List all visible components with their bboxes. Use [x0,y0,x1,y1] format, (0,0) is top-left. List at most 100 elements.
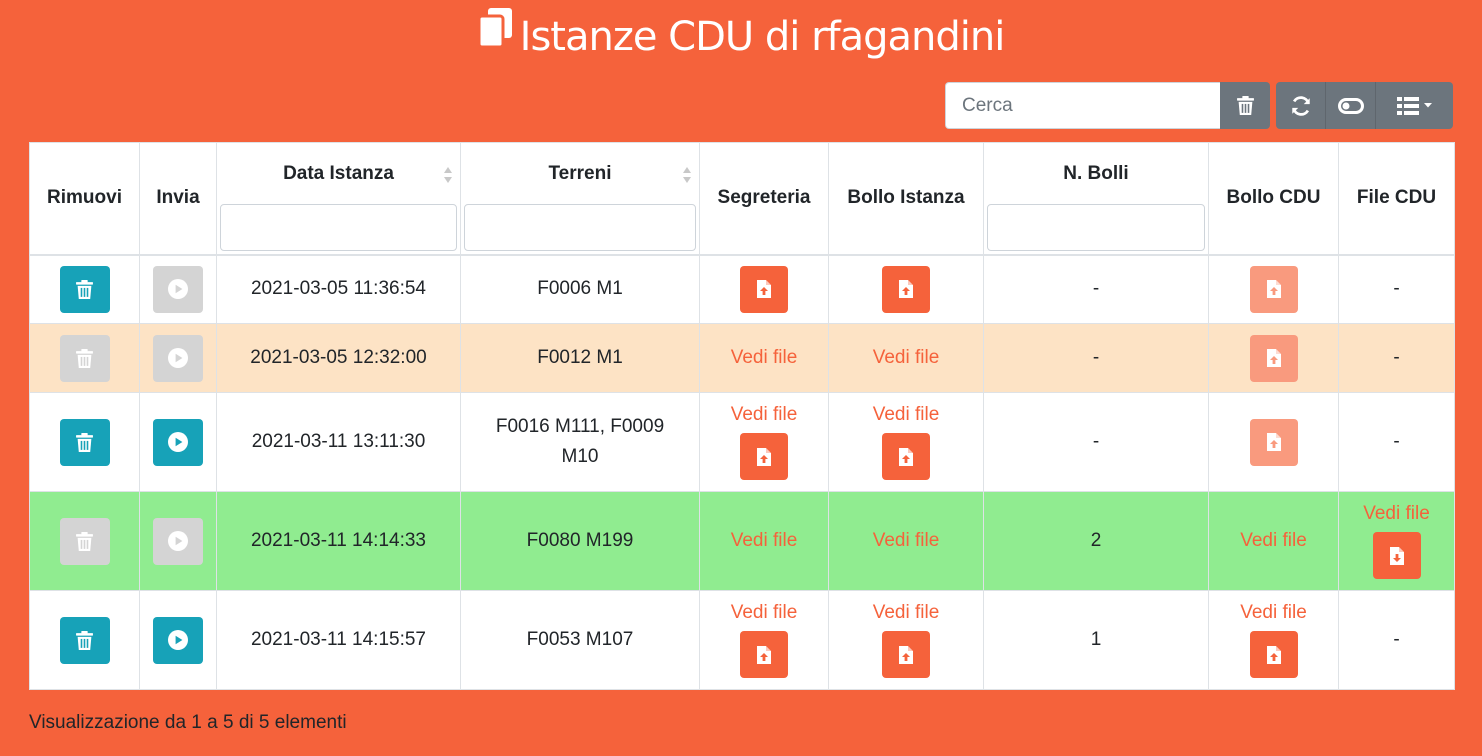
file-upload-icon [757,280,771,298]
cell-rimuovi [29,590,140,690]
copy-icon [477,8,514,62]
file-upload-icon [1267,349,1281,367]
cell-segreteria: Vedi file [699,491,829,591]
cell-file-cdu: - [1338,392,1455,492]
cell-terreni: F0016 M111, F0009 M10 [460,392,700,492]
upload-bollo-cdu-button [1249,334,1298,382]
remove-button[interactable] [59,418,110,466]
vedi-file-link[interactable]: Vedi file [700,404,828,426]
table-row: 2021-03-11 14:15:57 F0053 M107 Vedi file… [29,590,1455,690]
upload-bollo-istanza-button[interactable] [882,631,930,678]
sort-icon[interactable] [444,165,452,185]
col-invia: Invia [139,142,217,256]
cell-file-cdu: Vedi file [1338,491,1455,591]
refresh-icon [1291,95,1310,116]
columns-dropdown-button[interactable] [1376,82,1453,129]
send-button [153,517,203,565]
upload-bollo-cdu-button[interactable] [1249,631,1298,678]
vedi-file-link[interactable]: Vedi file [829,602,983,624]
vedi-file-link[interactable]: Vedi file [1209,602,1338,624]
send-button[interactable] [153,616,203,664]
upload-segreteria-button[interactable] [740,265,788,313]
upload-bollo-istanza-button[interactable] [882,433,930,480]
vedi-file-link[interactable]: Vedi file [700,347,828,369]
col-file-cdu: File CDU [1338,142,1455,256]
trash-icon [76,433,93,452]
table-row: 2021-03-05 11:36:54 F0006 M1 - - [29,254,1455,324]
cell-segreteria: Vedi file [699,590,829,690]
cell-data: 2021-03-11 13:11:30 [216,392,461,492]
file-upload-icon [899,280,913,298]
trash-icon [76,349,93,368]
col-bollo-istanza: Bollo Istanza [828,142,984,256]
vedi-file-link[interactable]: Vedi file [1339,503,1454,525]
remove-button[interactable] [59,616,110,664]
vedi-file-link[interactable]: Vedi file [700,530,828,552]
cell-invia [139,590,217,690]
table-actions [1276,82,1453,129]
trash-icon [76,631,93,650]
upload-segreteria-button[interactable] [740,433,788,480]
search-input[interactable] [945,82,1220,129]
sort-icon[interactable] [683,165,691,185]
remove-button[interactable] [59,265,110,313]
file-upload-icon [1267,280,1281,298]
table-row: 2021-03-05 12:32:00 F0012 M1 Vedi file V… [29,323,1455,393]
vedi-file-link[interactable]: Vedi file [829,530,983,552]
cell-bollo-istanza: Vedi file [828,323,984,393]
vedi-file-link[interactable]: Vedi file [829,404,983,426]
file-upload-icon [1267,433,1281,451]
vedi-file-link[interactable]: Vedi file [1209,530,1338,552]
cell-bollo-cdu: Vedi file [1208,491,1339,591]
cell-file-cdu: - [1338,590,1455,690]
vedi-file-link[interactable]: Vedi file [700,602,828,624]
cell-bollo-cdu [1208,392,1339,492]
send-button[interactable] [153,418,203,466]
table-header-row: Rimuovi Invia Data Istanza Terreni Segre… [29,142,1455,256]
play-icon [168,348,188,368]
download-file-cdu-button[interactable] [1372,532,1421,579]
cell-segreteria: Vedi file [699,323,829,393]
col-data-istanza[interactable]: Data Istanza [216,142,461,256]
cell-invia [139,491,217,591]
play-icon [168,432,188,452]
filter-n-bolli[interactable] [987,204,1205,251]
file-upload-icon [757,448,771,466]
pagination-info: Visualizzazione da 1 a 5 di 5 elementi [29,712,347,733]
cell-rimuovi [29,392,140,492]
remove-button [59,517,110,565]
col-terreni[interactable]: Terreni [460,142,700,256]
vedi-file-link[interactable]: Vedi file [829,347,983,369]
filter-data-istanza[interactable] [220,204,457,251]
cell-data: 2021-03-11 14:14:33 [216,491,461,591]
file-upload-icon [757,646,771,664]
refresh-button[interactable] [1276,82,1326,129]
toggle-view-button[interactable] [1326,82,1376,129]
upload-segreteria-button[interactable] [740,631,788,678]
upload-bollo-istanza-button[interactable] [882,265,930,313]
cell-segreteria [699,254,829,324]
send-button [153,265,203,313]
cell-bollo-istanza [828,254,984,324]
play-icon [168,279,188,299]
cell-n-bolli: - [983,254,1209,324]
col-rimuovi: Rimuovi [29,142,140,256]
istanze-table: Rimuovi Invia Data Istanza Terreni Segre… [29,142,1455,690]
file-upload-icon [1267,646,1281,664]
cell-rimuovi [29,491,140,591]
cell-rimuovi [29,254,140,324]
clear-search-button[interactable] [1220,82,1270,129]
filter-terreni[interactable] [464,204,696,251]
cell-segreteria: Vedi file [699,392,829,492]
upload-bollo-cdu-button [1249,418,1298,466]
cell-rimuovi [29,323,140,393]
cell-bollo-cdu [1208,254,1339,324]
upload-bollo-cdu-button [1249,265,1298,313]
col-n-bolli: N. Bolli [983,142,1209,256]
remove-button [59,334,110,382]
cell-data: 2021-03-05 11:36:54 [216,254,461,324]
play-icon [168,630,188,650]
cell-n-bolli: 1 [983,590,1209,690]
table-row: 2021-03-11 14:14:33 F0080 M199 Vedi file… [29,491,1455,591]
cell-bollo-istanza: Vedi file [828,491,984,591]
